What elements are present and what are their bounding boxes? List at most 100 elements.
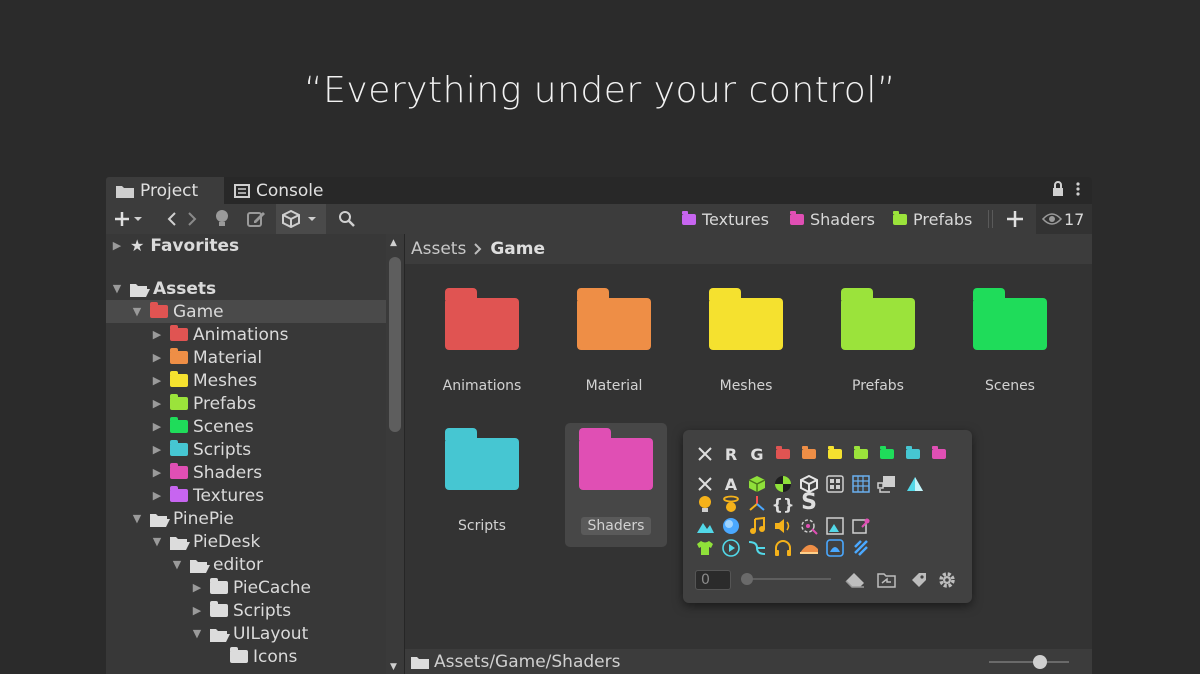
eraser-icon[interactable] <box>845 570 865 590</box>
stripes-icon[interactable] <box>851 538 871 558</box>
tree-item-animations[interactable]: ▶ Animations <box>106 323 386 346</box>
tree-item-piecache[interactable]: ▶ PieCache <box>106 576 386 599</box>
favorite-prefabs[interactable]: Prefabs <box>893 204 972 234</box>
edit-icon[interactable] <box>246 204 266 234</box>
tree-item-editor[interactable]: ▼ editor <box>106 553 386 576</box>
number-field[interactable]: 0 <box>695 570 731 590</box>
favorite-textures[interactable]: Textures <box>682 204 769 234</box>
transform-axes-icon[interactable] <box>747 494 767 514</box>
expand-arrow-icon[interactable]: ▼ <box>130 512 144 525</box>
text-icon-a[interactable]: A <box>721 474 741 494</box>
expand-arrow-icon[interactable]: ▼ <box>130 305 144 318</box>
unity-filter-dropdown[interactable] <box>276 204 326 234</box>
swatch-lime[interactable] <box>851 444 871 464</box>
zoom-slider-track[interactable] <box>989 661 1069 663</box>
tag-icon[interactable] <box>909 570 929 590</box>
particle-system-icon[interactable] <box>799 516 819 536</box>
expand-arrow-icon[interactable]: ▶ <box>150 443 164 456</box>
tree-item-uilayout[interactable]: ▼ UILayout <box>106 622 386 645</box>
expand-arrow-icon[interactable]: ▶ <box>150 397 164 410</box>
expand-arrow-icon[interactable]: ▼ <box>170 558 184 571</box>
halo-icon[interactable] <box>721 494 741 514</box>
expand-arrow-icon[interactable]: ▼ <box>150 535 164 548</box>
grid-item-scripts[interactable]: Scripts <box>431 428 533 534</box>
tree-item-scripts-editor[interactable]: ▶ Scripts <box>106 599 386 622</box>
play-circle-icon[interactable] <box>721 538 741 558</box>
tree-item-scenes[interactable]: ▶ Scenes <box>106 415 386 438</box>
sprite-shape-icon[interactable] <box>877 474 897 494</box>
swatch-green[interactable] <box>877 444 897 464</box>
tree-item-scripts[interactable]: ▶ Scripts <box>106 438 386 461</box>
tilemap-icon[interactable] <box>851 474 871 494</box>
grid-item-prefabs[interactable]: Prefabs <box>827 288 929 394</box>
zoom-slider-handle[interactable] <box>1033 655 1047 669</box>
expand-arrow-icon[interactable]: ▶ <box>150 466 164 479</box>
physics-material-icon[interactable] <box>773 474 793 494</box>
tree-item-meshes[interactable]: ▶ Meshes <box>106 369 386 392</box>
tree-item-prefabs[interactable]: ▶ Prefabs <box>106 392 386 415</box>
grid-item-meshes[interactable]: Meshes <box>695 288 797 394</box>
shader-s-icon[interactable]: S <box>799 490 819 515</box>
add-favorite-button[interactable] <box>1006 204 1024 234</box>
expand-arrow-icon[interactable]: ▼ <box>190 627 204 640</box>
slider-track[interactable] <box>741 578 831 580</box>
expand-arrow-icon[interactable]: ▼ <box>110 282 124 295</box>
search-icon[interactable] <box>338 204 356 234</box>
lock-icon[interactable] <box>1052 181 1064 201</box>
terrain-icon[interactable] <box>695 516 715 536</box>
swatch-cyan[interactable] <box>903 444 923 464</box>
tree-item-material[interactable]: ▶ Material <box>106 346 386 369</box>
clear-color-icon[interactable] <box>695 444 715 464</box>
audio-source-icon[interactable] <box>773 516 793 536</box>
tree-item-assets[interactable]: ▼ Assets <box>106 277 386 300</box>
tree-item-favorites[interactable]: ▶ ★ Favorites <box>106 234 386 257</box>
color-r-button[interactable]: R <box>721 444 741 464</box>
grid-layout-icon[interactable] <box>825 474 845 494</box>
tree-item-shaders[interactable]: ▶ Shaders <box>106 461 386 484</box>
headphones-icon[interactable] <box>773 538 793 558</box>
cube-icon[interactable] <box>747 474 767 494</box>
scrollbar-thumb[interactable] <box>389 257 401 432</box>
tree-item-pinepie[interactable]: ▼ PinePie <box>106 507 386 530</box>
more-menu-icon[interactable] <box>1076 181 1080 201</box>
breadcrumb-game[interactable]: Game <box>490 239 545 259</box>
gear-icon[interactable] <box>937 570 957 590</box>
add-button[interactable] <box>114 204 144 234</box>
hidden-items-toggle[interactable]: 17 <box>1036 204 1092 234</box>
grid-item-shaders[interactable]: Shaders <box>565 423 667 547</box>
back-icon[interactable] <box>166 204 178 234</box>
slider-handle[interactable] <box>741 573 753 585</box>
breadcrumb-assets[interactable]: Assets <box>411 239 466 259</box>
image-icon[interactable] <box>825 516 845 536</box>
grid-item-animations[interactable]: Animations <box>431 288 533 394</box>
tab-console[interactable]: Console <box>234 177 324 204</box>
tree-item-textures[interactable]: ▶ Textures <box>106 484 386 507</box>
scroll-down-icon[interactable]: ▼ <box>390 662 397 672</box>
grid-item-material[interactable]: Material <box>563 288 665 394</box>
expand-arrow-icon[interactable]: ▶ <box>150 489 164 502</box>
expand-arrow-icon[interactable]: ▶ <box>150 374 164 387</box>
tree-item-piedesk[interactable]: ▼ PieDesk <box>106 530 386 553</box>
swatch-orange[interactable] <box>799 444 819 464</box>
expand-arrow-icon[interactable]: ▶ <box>150 328 164 341</box>
script-braces-icon[interactable]: {} <box>772 492 795 516</box>
forward-icon[interactable] <box>186 204 198 234</box>
expand-arrow-icon[interactable]: ▶ <box>110 239 124 252</box>
expand-arrow-icon[interactable]: ▶ <box>190 604 204 617</box>
swatch-red[interactable] <box>773 444 793 464</box>
skybox-icon[interactable] <box>825 538 845 558</box>
sprite-triangle-icon[interactable] <box>905 474 925 494</box>
swatch-yellow[interactable] <box>825 444 845 464</box>
tree-item-game[interactable]: ▼ Game <box>106 300 386 323</box>
pie-icon[interactable] <box>799 538 819 558</box>
swatch-pink[interactable] <box>929 444 949 464</box>
lightbulb-icon[interactable] <box>214 204 230 234</box>
favorite-shaders[interactable]: Shaders <box>790 204 875 234</box>
shirt-icon[interactable] <box>695 538 715 558</box>
music-note-icon[interactable] <box>747 516 767 536</box>
light-bulb-icon[interactable] <box>695 494 715 514</box>
tree-item-icons[interactable]: Icons <box>106 645 386 668</box>
tab-project[interactable]: Project <box>106 177 224 204</box>
grid-item-scenes[interactable]: Scenes <box>959 288 1061 394</box>
sprite-pin-icon[interactable] <box>851 516 871 536</box>
